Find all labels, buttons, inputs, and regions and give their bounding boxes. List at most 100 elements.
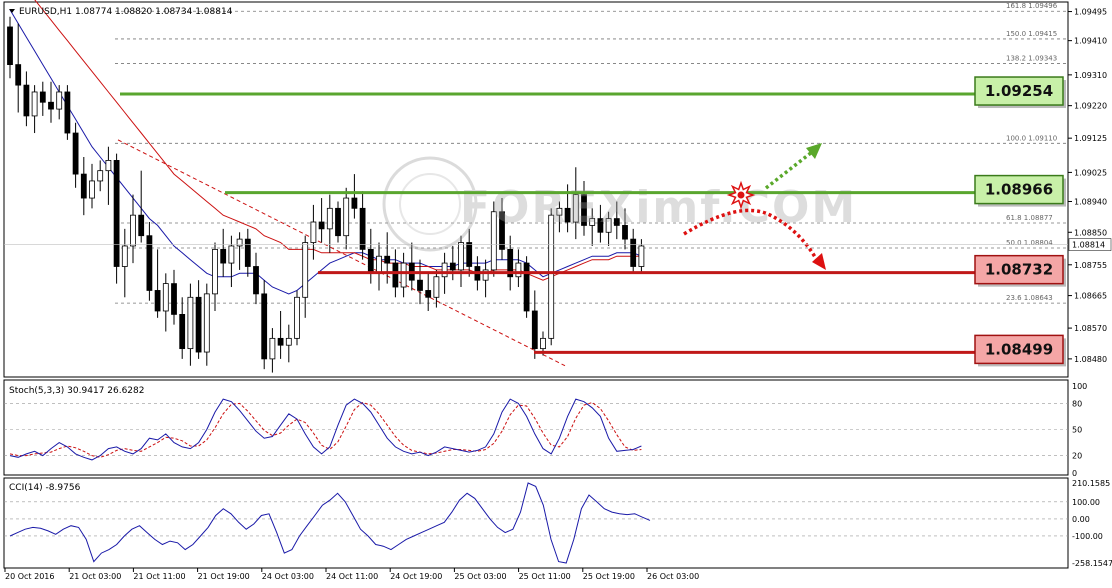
candle-bear bbox=[48, 101, 54, 110]
candle-bear bbox=[351, 197, 358, 209]
candle-bull bbox=[458, 242, 464, 271]
candle-bull bbox=[212, 248, 218, 295]
time-tick-label: 25 Oct 19:00 bbox=[583, 572, 635, 581]
price-tick-label: 1.08480 bbox=[1074, 355, 1107, 364]
candle-bull bbox=[269, 337, 276, 360]
cci-panel-frame bbox=[3, 477, 1069, 569]
price-tick-label: 1.09025 bbox=[1074, 168, 1107, 177]
price-tick-label: 1.08850 bbox=[1074, 228, 1107, 237]
candle-bear bbox=[425, 290, 432, 298]
candle-bull bbox=[310, 221, 317, 243]
candle-bull bbox=[105, 160, 112, 172]
price-tick-label: 1.09410 bbox=[1074, 37, 1107, 46]
price-tick-label: 1.08570 bbox=[1074, 324, 1107, 333]
fib-level-label: 61.8 1.08877 bbox=[1006, 214, 1053, 222]
candle-bear bbox=[39, 91, 46, 103]
key-level-price: 1.08966 bbox=[985, 181, 1053, 199]
candle-bear bbox=[154, 290, 161, 312]
time-tick-label: 24 Oct 19:00 bbox=[390, 572, 442, 581]
candle-bull bbox=[294, 296, 300, 339]
cci-tick-label: 100.00 bbox=[1072, 498, 1100, 507]
candle-bull bbox=[400, 262, 407, 288]
key-level-price: 1.08499 bbox=[985, 340, 1053, 358]
candle-bear bbox=[146, 235, 153, 291]
candle-bear bbox=[466, 242, 473, 267]
candle-bear bbox=[384, 255, 391, 264]
candle-bull bbox=[89, 180, 95, 199]
key-level-price: 1.08732 bbox=[985, 261, 1053, 279]
stoch-tick-label: 100 bbox=[1072, 382, 1087, 391]
candle-bear bbox=[392, 262, 399, 288]
time-tick-label: 24 Oct 11:00 bbox=[326, 572, 378, 581]
candle-bear bbox=[417, 279, 423, 291]
fib-level-label: 138.2 1.09343 bbox=[1006, 55, 1057, 63]
time-tick-label: 25 Oct 03:00 bbox=[454, 572, 506, 581]
candle-bear bbox=[113, 160, 120, 267]
candle-bear bbox=[253, 266, 259, 295]
time-tick-label: 20 Oct 2016 bbox=[5, 572, 54, 581]
candle-bear bbox=[72, 132, 79, 175]
candle-bull bbox=[343, 197, 350, 237]
burst-center-icon bbox=[737, 191, 745, 199]
cci-tick-label: 210.1585 bbox=[1072, 479, 1110, 488]
candle-bull bbox=[56, 91, 63, 110]
candle-bear bbox=[7, 26, 13, 65]
time-tick-label: 21 Oct 03:00 bbox=[69, 572, 121, 581]
candle-bull bbox=[236, 238, 243, 247]
stoch-tick-label: 20 bbox=[1072, 452, 1082, 461]
stoch-label: Stoch(5,3,3) 30.9417 26.6282 bbox=[9, 386, 144, 396]
candle-bear bbox=[630, 238, 637, 267]
cci-tick-label: 0.00 bbox=[1072, 515, 1090, 524]
candle-bear bbox=[171, 283, 177, 315]
candle-bull bbox=[376, 255, 382, 274]
time-tick-label: 21 Oct 19:00 bbox=[198, 572, 250, 581]
candle-bull bbox=[326, 207, 333, 230]
candle-bull bbox=[638, 245, 645, 267]
symbol-header: EURUSD,H1 1.08774 1.08820 1.08734 1.0881… bbox=[19, 7, 233, 17]
candle-bull bbox=[203, 293, 210, 353]
candle-bear bbox=[195, 296, 202, 353]
cci-label: CCI(14) -8.9756 bbox=[9, 483, 81, 493]
time-tick-label: 25 Oct 11:00 bbox=[519, 572, 571, 581]
candle-bull bbox=[515, 262, 522, 278]
time-tick-label: 21 Oct 11:00 bbox=[133, 572, 185, 581]
cci-tick-label: -258.1547 bbox=[1072, 559, 1112, 568]
forex-chart: 161.8 1.09496 150.0 1.09415 138.2 1.09343 1… bbox=[3, 0, 1112, 581]
candle-bear bbox=[531, 310, 538, 350]
candle-bull bbox=[187, 296, 194, 350]
stoch-tick-label: 80 bbox=[1072, 399, 1082, 408]
candle-bear bbox=[80, 173, 87, 199]
candle-bear bbox=[64, 91, 71, 134]
fib-level-label: 23.6 1.08643 bbox=[1006, 294, 1053, 302]
candle-bear bbox=[523, 262, 530, 312]
candle-bear bbox=[359, 207, 366, 250]
candle-bull bbox=[540, 337, 546, 350]
fib-level-label: 161.8 1.09496 bbox=[1006, 2, 1058, 10]
candle-bull bbox=[548, 214, 555, 339]
candle-bear bbox=[15, 64, 22, 86]
candle-bull bbox=[130, 214, 136, 247]
fib-level-label: 50.0 1.08804 bbox=[1006, 239, 1053, 247]
candle-bull bbox=[162, 283, 169, 312]
price-tick-label: 1.09125 bbox=[1074, 134, 1107, 143]
candle-bear bbox=[367, 248, 374, 274]
time-tick-label: 24 Oct 03:00 bbox=[262, 572, 314, 581]
candle-bull bbox=[441, 262, 448, 278]
candle-bull bbox=[121, 245, 128, 267]
candle-bear bbox=[261, 293, 268, 360]
time-tick-label: 26 Oct 03:00 bbox=[647, 572, 699, 581]
price-tick-label: 1.09310 bbox=[1074, 71, 1107, 80]
candle-bear bbox=[277, 337, 284, 346]
candle-bear bbox=[179, 314, 186, 350]
candle-bull bbox=[228, 245, 235, 264]
cci-tick-label: -100.00 bbox=[1072, 532, 1103, 541]
candle-bull bbox=[31, 91, 38, 117]
price-tick-label: 1.08665 bbox=[1074, 292, 1107, 301]
current-price-label: 1.08814 bbox=[1072, 241, 1105, 250]
price-tick-label: 1.08940 bbox=[1074, 197, 1107, 206]
candle-bear bbox=[335, 207, 341, 237]
candle-bear bbox=[23, 84, 30, 117]
candle-bull bbox=[302, 242, 309, 298]
stoch-tick-label: 50 bbox=[1072, 426, 1082, 435]
watermark-text: FOREXimf.COM bbox=[460, 182, 857, 233]
